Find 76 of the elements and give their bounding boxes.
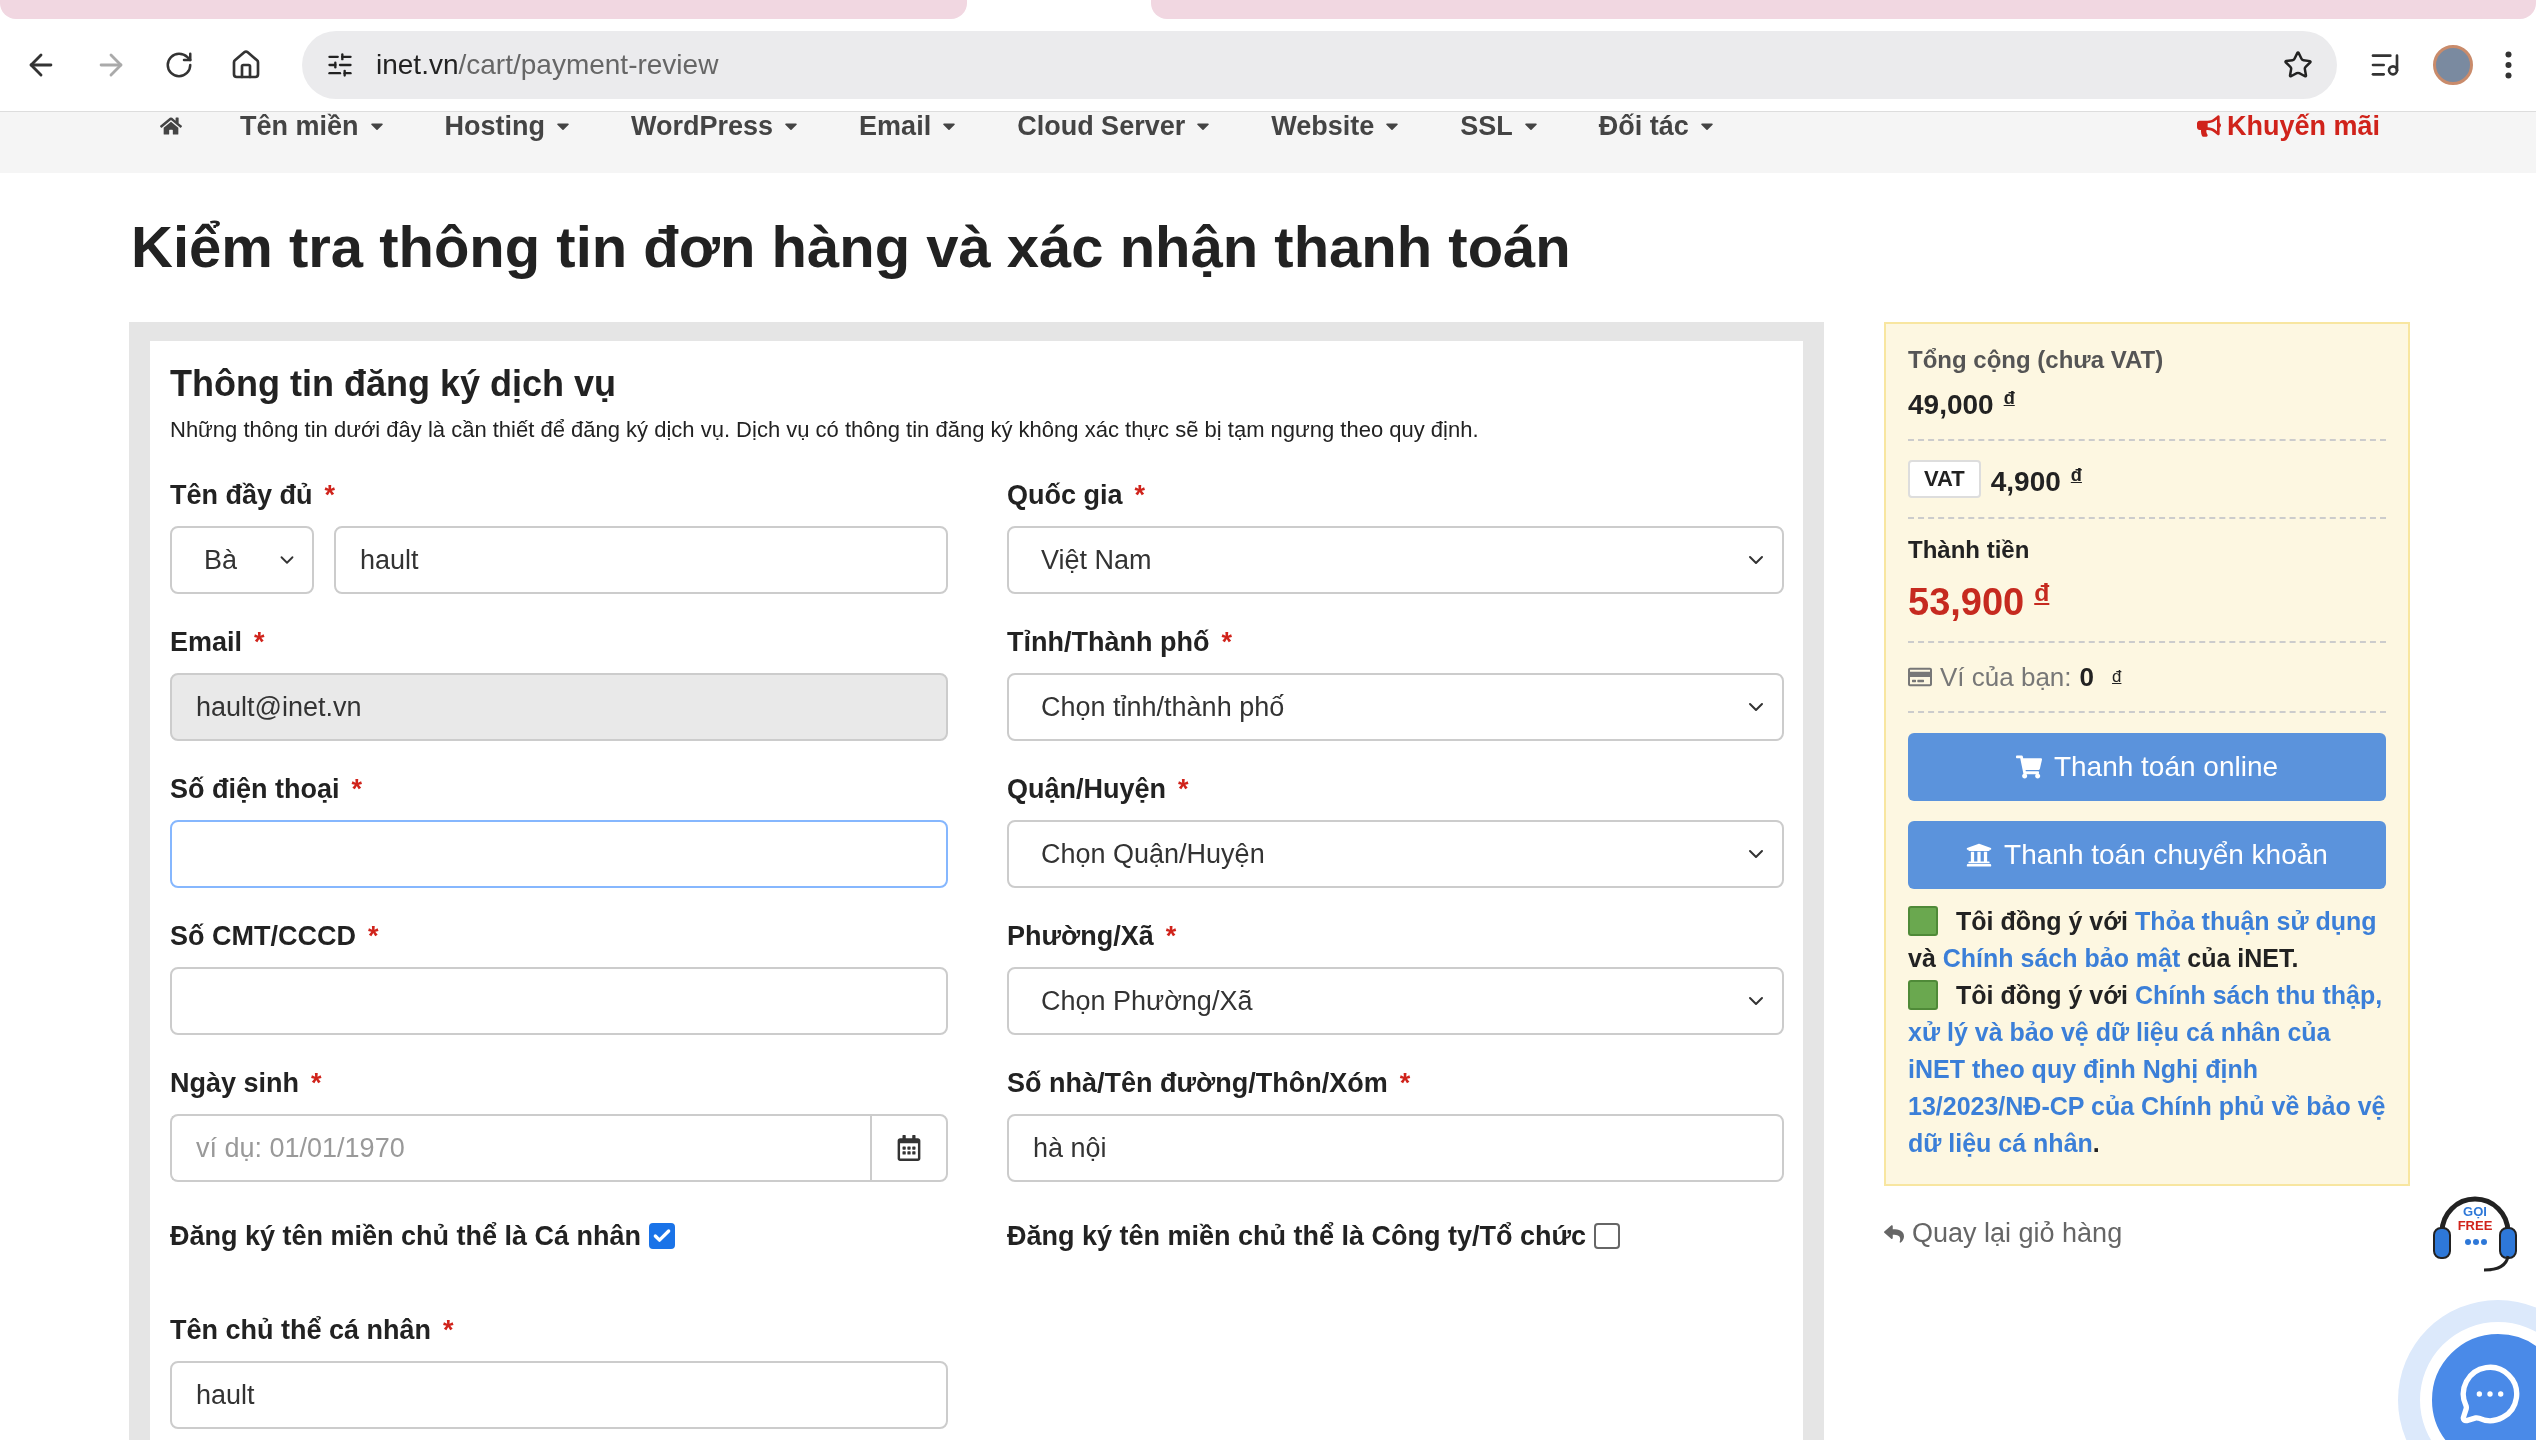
field-label: Tên đầy đủ * bbox=[170, 479, 337, 512]
checkbox-label: Đăng ký tên miền chủ thể là Cá nhân bbox=[170, 1220, 642, 1252]
select-field[interactable]: Chọn Quận/Huyện bbox=[1007, 820, 1784, 888]
nav-menu-item[interactable]: SSL bbox=[1460, 112, 1541, 140]
checkbox-label: Đăng ký tên miền chủ thể là Công ty/Tổ chức bbox=[1007, 1220, 1587, 1252]
cart-icon bbox=[2015, 754, 2042, 781]
currency-symbol: đ bbox=[2003, 388, 2015, 408]
bookmark-star-icon[interactable] bbox=[2283, 50, 2313, 80]
call-widget[interactable]: GỌI FREE bbox=[2430, 1180, 2520, 1274]
card-title: Thông tin đăng ký dịch vụ bbox=[170, 362, 617, 406]
chat-bubble-icon bbox=[2458, 1362, 2522, 1426]
nav-menu-item[interactable]: Hosting bbox=[444, 112, 574, 140]
date-input[interactable]: ví dụ: 01/01/1970 bbox=[170, 1114, 870, 1182]
input-field[interactable] bbox=[170, 967, 948, 1035]
site-settings-icon[interactable] bbox=[326, 51, 354, 79]
nav-menu-item[interactable]: Email bbox=[859, 112, 960, 140]
input-field[interactable]: hault bbox=[170, 1361, 948, 1429]
home-icon bbox=[230, 49, 262, 81]
promo-link[interactable]: Khuyến mãi bbox=[2196, 112, 2380, 140]
vat-tag: VAT bbox=[1908, 460, 1981, 498]
total-amount: 53,900 bbox=[1908, 580, 2025, 623]
consent-text: Tôi đồng ý với Thỏa thuận sử dụng và Chính sách bảo mật của iNET. bbox=[1908, 905, 2378, 975]
nav-menu-item[interactable]: Cloud Server bbox=[1017, 112, 1214, 140]
subtotal-label: Tổng cộng (chưa VAT) bbox=[1908, 345, 2165, 375]
home-icon[interactable] bbox=[160, 115, 182, 137]
field-label: Số nhà/Tên đường/Thôn/Xóm * bbox=[1007, 1067, 1412, 1100]
page-title: Kiểm tra thông tin đơn hàng và xác nhận thanh toán bbox=[130, 213, 1572, 281]
consent-text: Tôi đồng ý với Chính sách thu thập, xử lý và bảo vệ dữ liệu cá nhân của iNET theo quy định Nghị định 13/2023/NĐ-CP của Chính phủ về bảo vệ dữ liệu cá nhân. bbox=[1908, 979, 2386, 1160]
subtotal-amount: 49,000 bbox=[1908, 389, 1994, 421]
consent-checkbox[interactable] bbox=[1908, 906, 1938, 937]
nav-menu-item[interactable]: Tên miền bbox=[240, 112, 387, 140]
field-label: Số CMT/CCCD * bbox=[170, 920, 380, 953]
select-field[interactable]: Chọn tỉnh/thành phố bbox=[1007, 673, 1784, 741]
vat-amount: 4,900 bbox=[1990, 466, 2061, 498]
currency-symbol: đ bbox=[2034, 578, 2050, 606]
field-label: Quận/Huyện * bbox=[1007, 773, 1190, 806]
salutation-select[interactable]: Bà bbox=[170, 526, 314, 594]
nav-menu-item[interactable]: WordPress bbox=[631, 112, 802, 140]
field-label: Tên chủ thể cá nhân * bbox=[170, 1314, 455, 1347]
field-label: Ngày sinh * bbox=[170, 1067, 323, 1100]
back-to-cart-link[interactable]: Quay lại giỏ hàng bbox=[1884, 1218, 2410, 1250]
total-label: Thành tiền bbox=[1908, 534, 2031, 565]
nav-menu-item[interactable]: Website bbox=[1271, 112, 1403, 140]
bank-icon bbox=[1966, 842, 1993, 869]
wallet-amount: 0 bbox=[2079, 661, 2094, 695]
field-label: Email * bbox=[170, 626, 266, 659]
checkbox[interactable] bbox=[1594, 1223, 1621, 1249]
checkbox[interactable] bbox=[649, 1223, 676, 1249]
field-label: Tỉnh/Thành phố * bbox=[1007, 626, 1233, 659]
calendar-button[interactable] bbox=[870, 1114, 948, 1182]
currency-symbol: đ bbox=[2112, 666, 2122, 689]
select-field[interactable]: Việt Nam bbox=[1007, 526, 1784, 594]
reply-arrow-icon bbox=[1884, 1223, 1904, 1244]
input-field[interactable]: hà nội bbox=[1007, 1114, 1784, 1182]
reload-icon bbox=[164, 50, 194, 80]
currency-symbol: đ bbox=[2070, 465, 2082, 486]
nav-menu-item[interactable]: Đối tác bbox=[1598, 112, 1717, 140]
call-label: GỌI bbox=[2462, 1204, 2488, 1219]
call-label: FREE bbox=[2456, 1218, 2494, 1233]
consent-checkbox[interactable] bbox=[1908, 980, 1938, 1011]
card-description: Những thông tin dưới đây là cần thiết để đăng ký dịch vụ. Dịch vụ có thông tin đăng ký không xác thực sẽ bị tạm ngưng theo quy định. bbox=[170, 416, 1480, 444]
field-label: Phường/Xã * bbox=[1007, 920, 1178, 953]
select-field[interactable]: Chọn Phường/Xã bbox=[1007, 967, 1784, 1035]
name-input[interactable]: hault bbox=[334, 526, 948, 594]
field-label: Quốc gia * bbox=[1007, 479, 1147, 512]
megaphone-icon bbox=[2196, 114, 2221, 138]
address-bar[interactable]: inet.vn/cart/payment-review bbox=[302, 31, 2337, 99]
policy-link[interactable]: Thỏa thuận sử dụng bbox=[2134, 907, 2377, 936]
policy-link[interactable]: Chính sách bảo mật bbox=[1942, 944, 2181, 973]
input-field[interactable] bbox=[170, 820, 948, 888]
field-label: Số điện thoại * bbox=[170, 773, 364, 806]
calendar-icon bbox=[896, 1135, 922, 1161]
profile-avatar[interactable] bbox=[2433, 45, 2473, 85]
wallet-label: Ví của bạn: bbox=[1940, 661, 2072, 695]
url-text: inet.vn/cart/payment-review bbox=[376, 49, 720, 81]
menu-icon bbox=[2505, 51, 2512, 79]
